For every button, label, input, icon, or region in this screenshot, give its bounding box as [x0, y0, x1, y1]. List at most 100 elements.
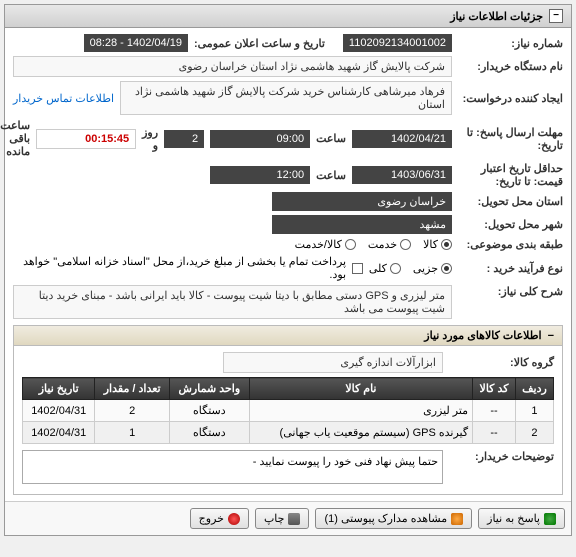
cell-date: 1402/04/31	[23, 400, 95, 422]
print-label: چاپ	[264, 512, 285, 525]
radio-goods[interactable]: کالا	[423, 238, 452, 251]
deadline-label: مهلت ارسال پاسخ: تا تاریخ:	[458, 126, 563, 152]
panel-title: جزئیات اطلاعات نیاز	[450, 10, 543, 23]
radio-partial[interactable]: جزیی	[413, 262, 452, 275]
radio-full-label: کلی	[369, 262, 387, 275]
group-value: ابزارآلات اندازه گیری	[223, 352, 443, 373]
validity-time: 12:00	[210, 166, 310, 184]
category-label: طبقه بندی موضوعی:	[458, 238, 563, 251]
province-label: استان محل تحویل:	[458, 195, 563, 208]
cell-date: 1402/04/31	[23, 422, 95, 444]
items-sub-panel: − اطلاعات کالاهای مورد نیاز گروه کالا: ا…	[13, 325, 563, 495]
th-unit: واحد شمارش	[169, 378, 249, 400]
radio-goods-label: کالا	[423, 238, 438, 251]
city-label: شهر محل تحویل:	[458, 218, 563, 231]
radio-partial-label: جزیی	[413, 262, 438, 275]
print-icon	[288, 513, 300, 525]
th-date: تاریخ نیاز	[23, 378, 95, 400]
need-no-value: 1102092134001002	[343, 34, 452, 52]
table-row[interactable]: 1 -- متر لیزری دستگاه 2 1402/04/31	[23, 400, 554, 422]
buyer-value: شرکت پالایش گاز شهید هاشمی نژاد استان خر…	[13, 56, 452, 77]
th-code: کد کالا	[473, 378, 516, 400]
time-label-2: ساعت	[316, 169, 346, 182]
table-header-row: ردیف کد کالا نام کالا واحد شمارش تعداد /…	[23, 378, 554, 400]
countdown-value: 00:15:45	[36, 129, 136, 149]
need-no-label: شماره نیاز:	[458, 37, 563, 50]
province-value: خراسان رضوی	[272, 192, 452, 211]
need-details-panel: − جزئیات اطلاعات نیاز شماره نیاز: 110209…	[4, 4, 572, 536]
radio-icon	[390, 263, 401, 274]
payment-note: پرداخت تمام یا بخشی از مبلغ خرید،از محل …	[13, 255, 346, 281]
validity-date: 1403/06/31	[352, 166, 452, 184]
panel-body: شماره نیاز: 1102092134001002 تاریخ و ساع…	[5, 28, 571, 501]
respond-button[interactable]: پاسخ به نیاز	[478, 508, 565, 529]
cell-idx: 1	[515, 400, 553, 422]
cell-name: گیرنده GPS (سیستم موقعیت یاب جهانی)	[249, 422, 472, 444]
cell-unit: دستگاه	[169, 400, 249, 422]
items-table: ردیف کد کالا نام کالا واحد شمارش تعداد /…	[22, 377, 554, 444]
radio-icon	[345, 239, 356, 250]
radio-both[interactable]: کالا/خدمت	[295, 238, 356, 251]
radio-full[interactable]: کلی	[369, 262, 401, 275]
button-bar: پاسخ به نیاز مشاهده مدارک پیوستی (1) چاپ…	[5, 501, 571, 535]
cell-qty: 2	[95, 400, 169, 422]
radio-service-label: خدمت	[368, 238, 397, 251]
process-label: نوع فرآیند خرید :	[458, 262, 563, 275]
time-label-1: ساعت	[316, 132, 346, 145]
table-row[interactable]: 2 -- گیرنده GPS (سیستم موقعیت یاب جهانی)…	[23, 422, 554, 444]
th-idx: ردیف	[515, 378, 553, 400]
cell-code: --	[473, 400, 516, 422]
treasury-checkbox[interactable]	[352, 263, 363, 274]
reply-icon	[544, 513, 556, 525]
deadline-label-1: مهلت ارسال پاسخ:	[476, 127, 563, 139]
items-sub-header: − اطلاعات کالاهای مورد نیاز	[14, 326, 562, 346]
collapse-icon[interactable]: −	[548, 330, 554, 342]
day-label: روز و	[142, 126, 158, 152]
cell-code: --	[473, 422, 516, 444]
buyer-label: نام دستگاه خریدار:	[458, 60, 563, 73]
remaining-label: ساعت باقی مانده	[0, 119, 30, 158]
notes-label: توضیحات خریدار:	[449, 450, 554, 463]
cell-qty: 1	[95, 422, 169, 444]
announce-value: 1402/04/19 - 08:28	[84, 34, 188, 52]
panel-header: − جزئیات اطلاعات نیاز	[5, 5, 571, 28]
process-radio-group: جزیی کلی	[369, 262, 452, 275]
radio-service[interactable]: خدمت	[368, 238, 411, 251]
cell-name: متر لیزری	[249, 400, 472, 422]
attachments-button[interactable]: مشاهده مدارک پیوستی (1)	[315, 508, 472, 529]
cell-unit: دستگاه	[169, 422, 249, 444]
desc-label: شرح کلی نیاز:	[458, 285, 563, 298]
items-title: اطلاعات کالاهای مورد نیاز	[424, 329, 541, 342]
attachments-label: مشاهده مدارک پیوستی (1)	[324, 512, 447, 525]
notes-textarea	[22, 450, 443, 484]
validity-label-1: حداقل تاریخ اعتبار	[481, 163, 563, 175]
deadline-date: 1402/04/21	[352, 130, 452, 148]
print-button[interactable]: چاپ	[255, 508, 310, 529]
respond-label: پاسخ به نیاز	[487, 512, 540, 525]
th-name: نام کالا	[249, 378, 472, 400]
days-value: 2	[164, 130, 204, 148]
desc-value: متر لیزری و GPS دستی مطابق با دیتا شیت پ…	[13, 285, 452, 319]
group-label: گروه کالا:	[449, 356, 554, 369]
deadline-time: 09:00	[210, 130, 310, 148]
radio-icon	[400, 239, 411, 250]
close-icon	[228, 513, 240, 525]
radio-icon	[441, 263, 452, 274]
radio-icon	[441, 239, 452, 250]
cell-idx: 2	[515, 422, 553, 444]
creator-label: ایجاد کننده درخواست:	[458, 92, 563, 105]
items-body: گروه کالا: ابزارآلات اندازه گیری ردیف کد…	[14, 346, 562, 494]
attachment-icon	[451, 513, 463, 525]
category-radio-group: کالا خدمت کالا/خدمت	[295, 238, 452, 251]
radio-both-label: کالا/خدمت	[295, 238, 342, 251]
collapse-icon[interactable]: −	[549, 9, 563, 23]
announce-label: تاریخ و ساعت اعلان عمومی:	[194, 37, 325, 50]
validity-label: حداقل تاریخ اعتبار قیمت: تا تاریخ:	[458, 162, 563, 188]
exit-label: خروج	[199, 512, 224, 525]
th-qty: تعداد / مقدار	[95, 378, 169, 400]
city-value: مشهد	[272, 215, 452, 234]
exit-button[interactable]: خروج	[190, 508, 249, 529]
contact-link[interactable]: اطلاعات تماس خریدار	[13, 92, 114, 105]
creator-value: فرهاد میرشاهی کارشناس خرید شرکت پالایش گ…	[120, 81, 452, 115]
validity-label-2: قیمت: تا تاریخ:	[496, 176, 563, 188]
